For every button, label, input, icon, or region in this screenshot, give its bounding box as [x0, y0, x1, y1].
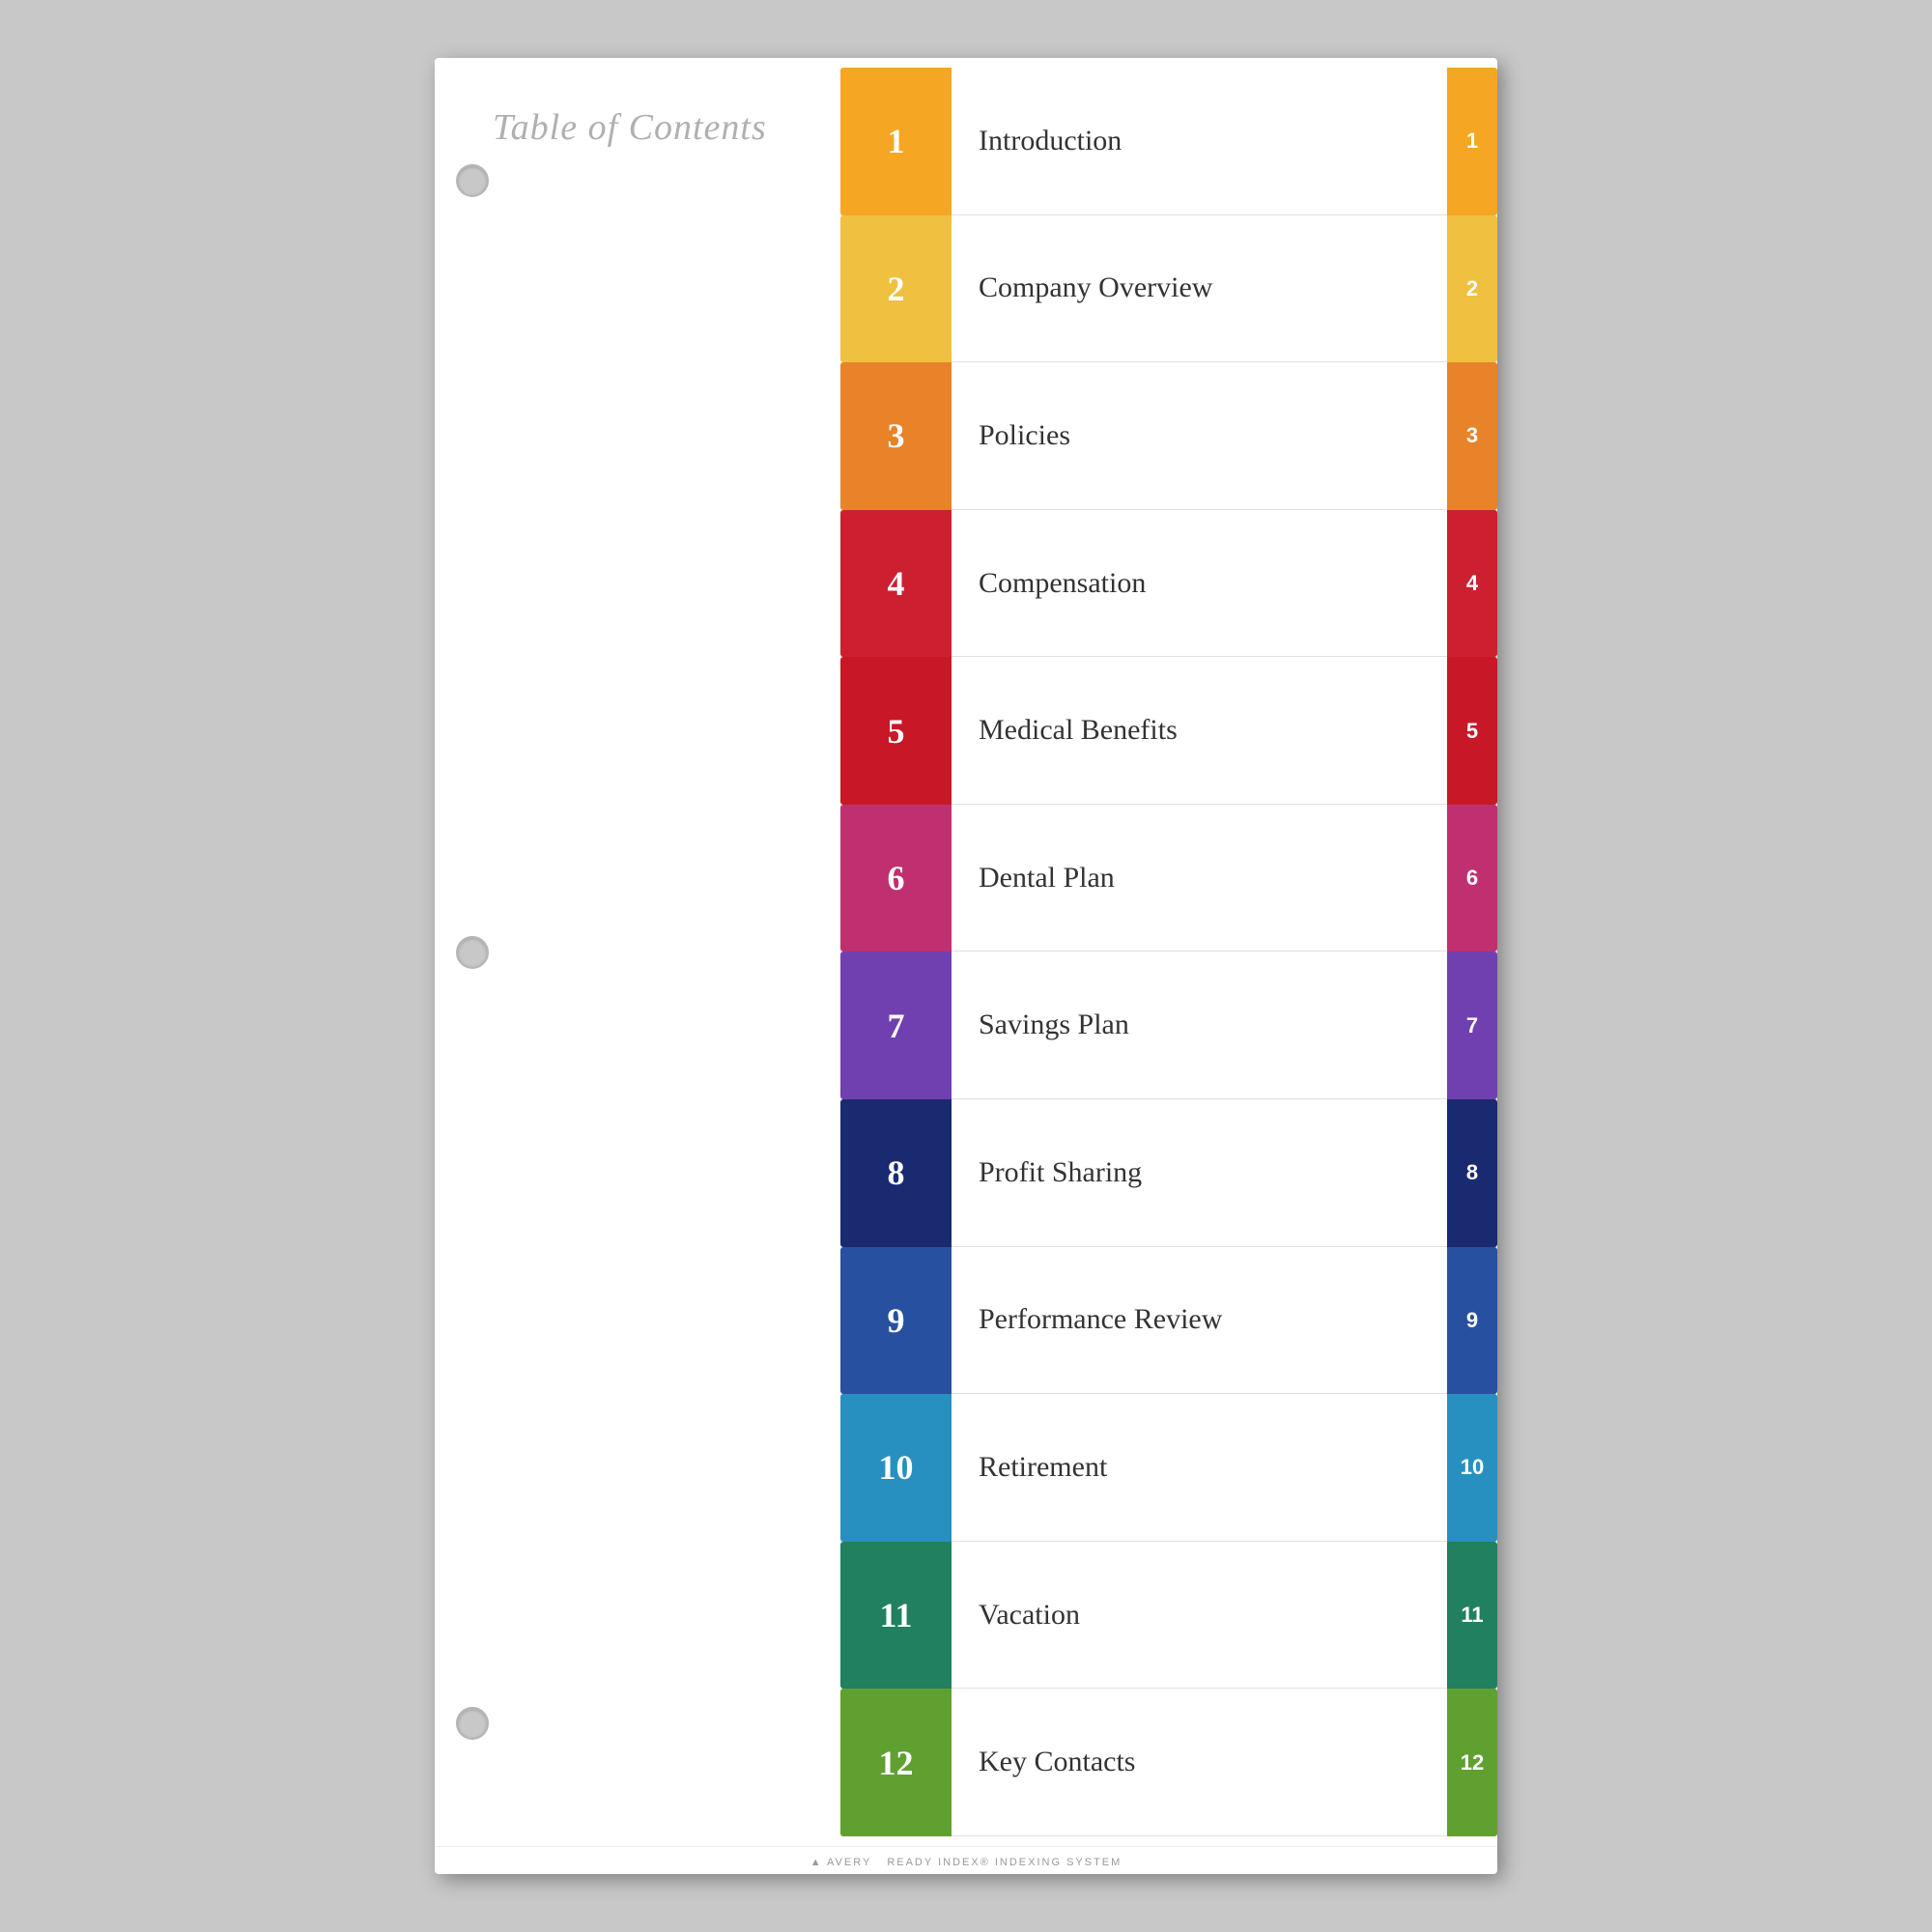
tab-row-9[interactable]: 9Performance Review9: [840, 1247, 1497, 1395]
tab-row-7[interactable]: 7Savings Plan7: [840, 952, 1497, 1099]
left-panel: Table of Contents: [435, 58, 840, 1846]
tab-label-10: Retirement: [952, 1394, 1447, 1542]
tab-row-12[interactable]: 12Key Contacts12: [840, 1689, 1497, 1836]
tab-side-8: 8: [1447, 1099, 1497, 1247]
tab-side-2: 2: [1447, 215, 1497, 363]
tab-side-10: 10: [1447, 1394, 1497, 1542]
tab-row-2[interactable]: 2Company Overview2: [840, 215, 1497, 363]
tab-number-9: 9: [840, 1247, 952, 1395]
product-name: READY INDEX® INDEXING SYSTEM: [887, 1857, 1122, 1868]
tab-number-10: 10: [840, 1394, 952, 1542]
tab-number-7: 7: [840, 952, 952, 1099]
tab-label-5: Medical Benefits: [952, 657, 1447, 805]
right-panel: 1Introduction12Company Overview23Policie…: [840, 58, 1497, 1846]
tab-label-6: Dental Plan: [952, 805, 1447, 952]
tab-number-8: 8: [840, 1099, 952, 1247]
tab-number-1: 1: [840, 68, 952, 215]
tab-side-7: 7: [1447, 952, 1497, 1099]
binder-hole-middle: [456, 936, 489, 969]
tab-row-1[interactable]: 1Introduction1: [840, 68, 1497, 215]
tab-side-11: 11: [1447, 1542, 1497, 1690]
tab-row-5[interactable]: 5Medical Benefits5: [840, 657, 1497, 805]
tab-label-4: Compensation: [952, 510, 1447, 658]
tab-number-5: 5: [840, 657, 952, 805]
tab-row-10[interactable]: 10Retirement10: [840, 1394, 1497, 1542]
tab-label-7: Savings Plan: [952, 952, 1447, 1099]
binder-hole-bottom: [456, 1707, 489, 1740]
tab-label-11: Vacation: [952, 1542, 1447, 1690]
tab-label-8: Profit Sharing: [952, 1099, 1447, 1247]
tab-label-2: Company Overview: [952, 215, 1447, 363]
tab-number-12: 12: [840, 1689, 952, 1836]
avery-logo-text: ▲ AVERY: [810, 1857, 872, 1868]
tab-side-6: 6: [1447, 805, 1497, 952]
toc-title: Table of Contents: [435, 87, 767, 149]
binder-hole-top: [456, 164, 489, 197]
tab-side-12: 12: [1447, 1689, 1497, 1836]
tab-side-3: 3: [1447, 362, 1497, 510]
tab-label-12: Key Contacts: [952, 1689, 1447, 1836]
tab-label-1: Introduction: [952, 68, 1447, 215]
tab-label-3: Policies: [952, 362, 1447, 510]
tab-label-9: Performance Review: [952, 1247, 1447, 1395]
footer: ▲ AVERY READY INDEX® INDEXING SYSTEM: [435, 1846, 1497, 1874]
tab-number-4: 4: [840, 510, 952, 658]
tab-row-6[interactable]: 6Dental Plan6: [840, 805, 1497, 952]
tab-row-11[interactable]: 11Vacation11: [840, 1542, 1497, 1690]
tab-side-1: 1: [1447, 68, 1497, 215]
tab-number-3: 3: [840, 362, 952, 510]
tab-row-3[interactable]: 3Policies3: [840, 362, 1497, 510]
tab-side-5: 5: [1447, 657, 1497, 805]
tab-row-4[interactable]: 4Compensation4: [840, 510, 1497, 658]
page: Table of Contents 1Introduction12Company…: [435, 58, 1497, 1874]
tab-number-2: 2: [840, 215, 952, 363]
tab-side-4: 4: [1447, 510, 1497, 658]
tab-number-11: 11: [840, 1542, 952, 1690]
tab-row-8[interactable]: 8Profit Sharing8: [840, 1099, 1497, 1247]
tab-side-9: 9: [1447, 1247, 1497, 1395]
tab-number-6: 6: [840, 805, 952, 952]
